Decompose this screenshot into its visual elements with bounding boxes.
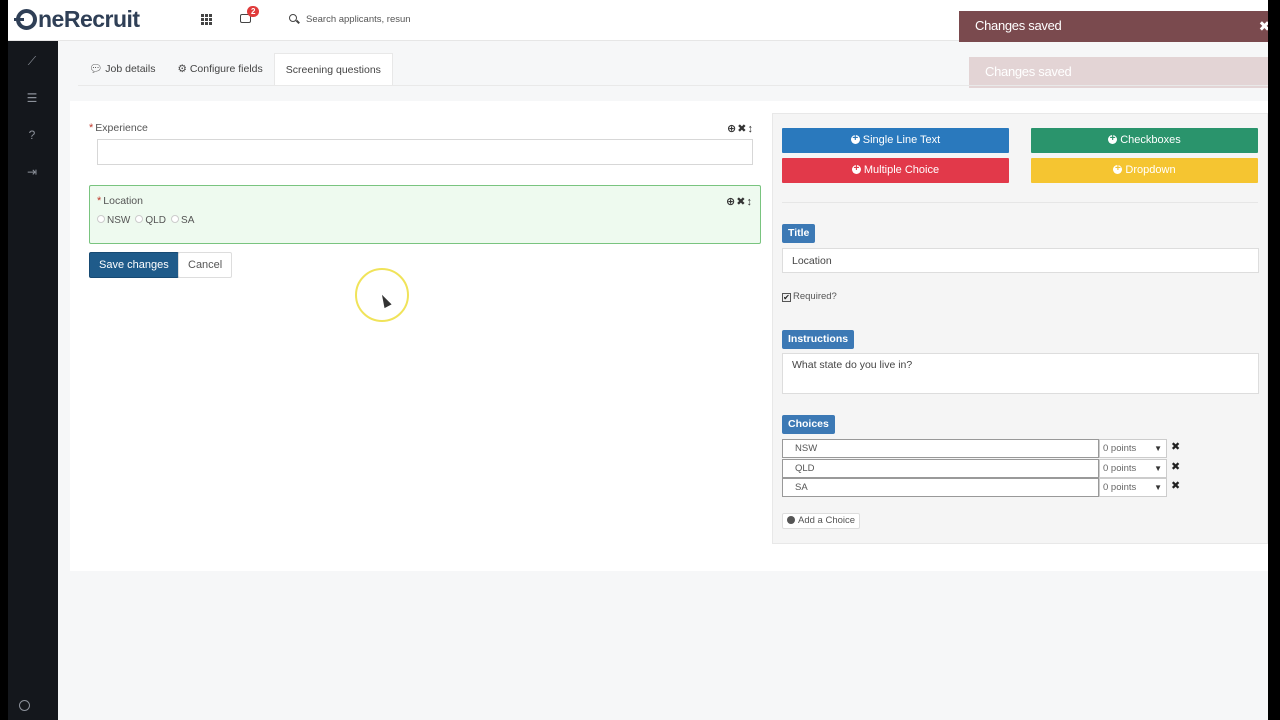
toast-changes-saved: Changes saved ✖ (959, 11, 1268, 42)
plus-circle-icon (850, 131, 860, 146)
caret-down-icon: ▼ (1154, 444, 1162, 453)
button-label: Multiple Choice (863, 164, 940, 176)
tab-configure-fields[interactable]: ⚙ Configure fields (166, 53, 273, 85)
help-icon[interactable]: ? (25, 128, 39, 142)
required-label: Required? (793, 291, 837, 302)
tab-bar: 💬︎ Job details ⚙ Configure fields Screen… (78, 53, 393, 85)
plus-circle-icon (1113, 161, 1123, 176)
sliders-icon[interactable]: ☰ (25, 91, 39, 105)
delete-icon[interactable]: ✖ (736, 196, 746, 208)
points-select[interactable]: 0 points ▼ (1099, 439, 1167, 458)
points-select[interactable]: 0 points ▼ (1099, 478, 1167, 497)
option-label: NSW (107, 215, 131, 226)
plus-circle-icon (787, 516, 795, 524)
points-value: 0 points (1103, 463, 1137, 474)
location-field-tools: ⊕✖↕ (726, 195, 753, 208)
settings-circle-icon[interactable] (19, 700, 30, 711)
logo-icon (14, 9, 37, 30)
toast-changes-saved-fading: Changes saved ✖ (969, 57, 1268, 88)
experience-input[interactable] (97, 139, 753, 165)
remove-choice-icon[interactable]: ✖ (1171, 439, 1180, 456)
remove-choice-icon[interactable]: ✖ (1171, 459, 1180, 476)
add-checkboxes-button[interactable]: Checkboxes (1031, 128, 1258, 153)
apps-grid-icon[interactable] (201, 14, 212, 25)
gear-icon: ⚙ (177, 63, 187, 75)
tab-label: Job details (105, 63, 156, 75)
points-value: 0 points (1103, 443, 1137, 454)
button-label: Add a Choice (798, 515, 856, 526)
add-circle-icon[interactable]: ⊕ (726, 196, 736, 208)
close-icon[interactable]: ✖ (1259, 12, 1268, 41)
drag-handle-icon[interactable]: ↕ (746, 196, 753, 208)
tab-divider (78, 85, 1268, 86)
analytics-icon[interactable]: ⟋ (25, 54, 39, 68)
button-label: Single Line Text (862, 134, 941, 146)
choice-input[interactable]: QLD (782, 459, 1099, 478)
button-label: Checkboxes (1120, 134, 1181, 146)
points-select[interactable]: 0 points ▼ (1099, 459, 1167, 478)
add-multiple-choice-button[interactable]: Multiple Choice (782, 158, 1009, 183)
caret-down-icon: ▼ (1154, 464, 1162, 473)
toast-text: Changes saved (975, 18, 1062, 33)
tab-label: Configure fields (189, 63, 263, 75)
add-circle-icon[interactable]: ⊕ (727, 123, 737, 135)
toast-text: Changes saved (985, 64, 1072, 79)
remove-choice-icon[interactable]: ✖ (1171, 478, 1180, 495)
title-input[interactable] (782, 248, 1259, 273)
location-field[interactable]: * Location ⊕✖↕ NSW QLD SA (89, 185, 761, 244)
radio-qld[interactable] (135, 215, 144, 223)
add-single-line-text-button[interactable]: Single Line Text (782, 128, 1009, 153)
choices-label: Choices (782, 415, 835, 434)
add-choice-button[interactable]: Add a Choice (782, 513, 861, 529)
logo[interactable]: neRecruit (14, 6, 140, 33)
brand-name: neRecruit (38, 6, 140, 32)
caret-down-icon: ▼ (1154, 483, 1162, 492)
delete-icon[interactable]: ✖ (737, 123, 747, 135)
option-label: QLD (145, 215, 166, 226)
add-dropdown-button[interactable]: Dropdown (1031, 158, 1258, 183)
sidebar: ⟋ ☰ ? ⇥ (8, 41, 58, 720)
choice-input[interactable]: SA (782, 478, 1099, 497)
plus-circle-icon (851, 161, 861, 176)
required-checkbox-row[interactable]: ✔ Required? (782, 291, 837, 302)
experience-field-tools: ⊕✖↕ (727, 122, 754, 135)
location-options: NSW QLD SA (97, 214, 196, 226)
option-label: SA (181, 215, 195, 226)
logout-icon[interactable]: ⇥ (25, 165, 39, 179)
experience-label: Experience (95, 122, 148, 134)
plus-circle-icon (1108, 131, 1118, 146)
app-page: neRecruit 2 Changes saved ✖ Changes save… (8, 0, 1268, 720)
required-checkbox[interactable]: ✔ (782, 293, 791, 302)
tab-screening-questions[interactable]: Screening questions (273, 53, 393, 85)
location-field-label: * Location (97, 195, 143, 207)
search-input[interactable] (306, 10, 436, 28)
notification-badge: 2 (247, 6, 260, 17)
choice-input[interactable]: NSW (782, 439, 1099, 458)
tab-label: Screening questions (285, 64, 381, 76)
content-card: * Experience ⊕✖↕ * Location ⊕✖↕ NSW QLD SA… (70, 101, 1268, 571)
divider (782, 202, 1258, 203)
drag-handle-icon[interactable]: ↕ (747, 123, 754, 135)
experience-field-label: * Experience (89, 122, 148, 134)
location-label: Location (103, 195, 143, 207)
field-editor-panel: Single Line Text Checkboxes Multiple Cho… (772, 113, 1268, 544)
comment-icon: 💬︎ (89, 63, 103, 75)
required-asterisk: * (97, 195, 102, 207)
tab-job-details[interactable]: 💬︎ Job details (78, 53, 166, 85)
radio-sa[interactable] (171, 215, 180, 223)
required-asterisk: * (89, 122, 94, 134)
button-label: Dropdown (1125, 164, 1176, 176)
save-changes-button[interactable]: Save changes (89, 252, 179, 278)
search-icon (289, 14, 297, 22)
points-value: 0 points (1103, 482, 1137, 493)
instructions-textarea[interactable]: What state do you live in? (782, 353, 1259, 394)
cancel-button[interactable]: Cancel (178, 252, 233, 278)
title-label: Title (782, 224, 816, 243)
instructions-label: Instructions (782, 330, 855, 349)
radio-nsw[interactable] (97, 215, 105, 223)
